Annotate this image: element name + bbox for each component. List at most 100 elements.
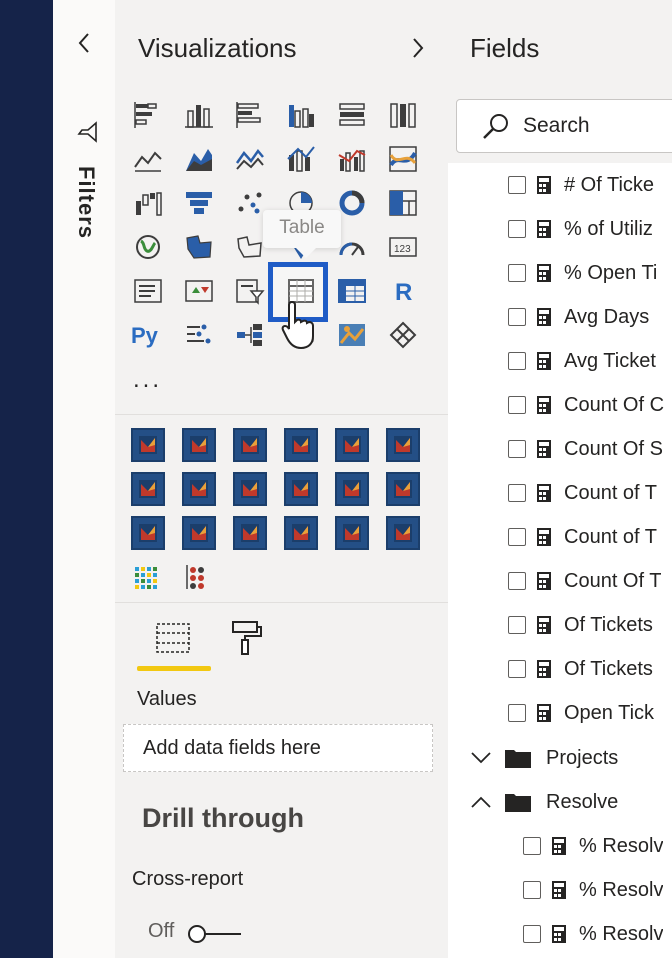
power-apps-icon[interactable] [385, 317, 421, 353]
field-checkbox[interactable] [523, 837, 541, 855]
waterfall-chart-icon[interactable] [130, 185, 166, 221]
slicer-icon[interactable] [232, 273, 268, 309]
custom-visual-icon[interactable] [335, 516, 369, 550]
stacked-bar-chart-icon[interactable] [130, 97, 166, 133]
100-stacked-column-chart-icon[interactable] [385, 97, 421, 133]
ribbon-chart-icon[interactable] [385, 141, 421, 177]
field-row[interactable]: Count Of S [448, 427, 672, 471]
field-checkbox[interactable] [508, 484, 526, 502]
field-row[interactable]: % Resolv [448, 824, 672, 868]
field-row[interactable]: Avg Ticket [448, 339, 672, 383]
search-box[interactable] [456, 99, 672, 153]
field-checkbox[interactable] [508, 616, 526, 634]
field-checkbox[interactable] [508, 176, 526, 194]
field-checkbox[interactable] [508, 264, 526, 282]
line-chart-icon[interactable] [130, 141, 166, 177]
stacked-area-chart-icon[interactable] [232, 141, 268, 177]
custom-visual-icon[interactable] [386, 428, 420, 462]
field-row[interactable]: % of Utiliz [448, 207, 672, 251]
100-stacked-bar-chart-icon[interactable] [334, 97, 370, 133]
format-paint-roller-icon[interactable] [227, 618, 267, 663]
stacked-column-chart-icon[interactable] [181, 97, 217, 133]
field-row[interactable]: % Resolv [448, 868, 672, 912]
field-row[interactable]: Open Tick [448, 691, 672, 735]
field-checkbox[interactable] [508, 308, 526, 326]
calculator-icon [537, 220, 551, 238]
field-checkbox[interactable] [508, 572, 526, 590]
treemap-icon[interactable] [385, 185, 421, 221]
field-label: Avg Days [564, 305, 650, 328]
field-checkbox[interactable] [508, 440, 526, 458]
line-and-clustered-column-chart-icon[interactable] [334, 141, 370, 177]
fields-well-icon[interactable] [153, 618, 193, 663]
field-checkbox[interactable] [523, 925, 541, 943]
custom-visual-icon[interactable] [335, 428, 369, 462]
add-data-fields-dropzone[interactable]: Add data fields here [123, 724, 433, 772]
more-visuals-button[interactable]: ... [133, 366, 162, 394]
field-row[interactable]: % Open Ti [448, 251, 672, 295]
field-row[interactable]: # Of Ticke [448, 163, 672, 207]
custom-visual-icon[interactable] [182, 516, 216, 550]
arcgis-map-icon[interactable] [334, 317, 370, 353]
field-row[interactable]: Count of T [448, 471, 672, 515]
search-input[interactable] [521, 113, 672, 139]
r-script-visual-icon[interactable]: R [385, 273, 421, 309]
chevron-left-icon[interactable] [73, 28, 95, 63]
chevron-up-icon[interactable] [470, 794, 492, 810]
custom-visual-icon[interactable] [182, 428, 216, 462]
chevron-right-icon[interactable] [409, 33, 427, 68]
matrix-icon[interactable] [334, 273, 370, 309]
map-globe-icon[interactable] [130, 229, 166, 265]
field-row[interactable]: Of Tickets [448, 647, 672, 691]
field-checkbox[interactable] [508, 220, 526, 238]
chevron-down-icon[interactable] [470, 750, 492, 766]
field-label: Of Tickets [564, 613, 653, 636]
field-checkbox[interactable] [523, 881, 541, 899]
field-checkbox[interactable] [508, 660, 526, 678]
multi-row-card-icon[interactable] [130, 273, 166, 309]
key-influencers-icon[interactable] [181, 317, 217, 353]
field-checkbox[interactable] [508, 704, 526, 722]
custom-visual-icon[interactable] [284, 472, 318, 506]
field-row[interactable]: Count Of T [448, 559, 672, 603]
custom-visual-icon[interactable] [131, 428, 165, 462]
decomposition-tree-icon[interactable] [232, 317, 268, 353]
filters-label[interactable]: Filters [69, 166, 99, 256]
custom-visual-icon[interactable] [182, 472, 216, 506]
kpi-icon[interactable] [181, 273, 217, 309]
card-icon[interactable]: 123 [385, 229, 421, 265]
custom-visual-icon[interactable] [233, 428, 267, 462]
custom-visual-icon[interactable] [386, 472, 420, 506]
custom-visual-icon[interactable] [386, 516, 420, 550]
drill-through-title: Drill through [142, 803, 304, 833]
clustered-bar-chart-icon[interactable] [232, 97, 268, 133]
folder-row-projects[interactable]: Projects [448, 736, 672, 780]
clustered-column-chart-icon[interactable] [283, 97, 319, 133]
field-checkbox[interactable] [508, 396, 526, 414]
custom-visual-icon[interactable] [284, 428, 318, 462]
field-row[interactable]: Avg Days [448, 295, 672, 339]
dot-plot-icon[interactable] [182, 560, 216, 594]
custom-visual-icon[interactable] [233, 516, 267, 550]
field-checkbox[interactable] [508, 528, 526, 546]
area-chart-icon[interactable] [181, 141, 217, 177]
table-tooltip: Table [263, 210, 341, 258]
python-visual-icon[interactable]: Py [130, 317, 166, 353]
field-row[interactable]: Of Tickets [448, 603, 672, 647]
line-and-stacked-column-chart-icon[interactable] [283, 141, 319, 177]
custom-visual-icon[interactable] [131, 472, 165, 506]
field-checkbox[interactable] [508, 352, 526, 370]
custom-visual-icon[interactable] [284, 516, 318, 550]
field-row[interactable]: Count of T [448, 515, 672, 559]
field-row[interactable]: Count Of C [448, 383, 672, 427]
custom-visual-icon[interactable] [233, 472, 267, 506]
filled-map-icon[interactable] [181, 229, 217, 265]
custom-visual-icon[interactable] [131, 516, 165, 550]
cross-report-toggle[interactable] [187, 922, 243, 951]
field-label: Of Tickets [564, 657, 653, 680]
heatmap-dots-icon[interactable] [131, 560, 165, 594]
custom-visual-icon[interactable] [335, 472, 369, 506]
funnel-chart-icon[interactable] [181, 185, 217, 221]
field-row[interactable]: % Resolv [448, 912, 672, 956]
folder-row-resolve[interactable]: Resolve [448, 780, 672, 824]
